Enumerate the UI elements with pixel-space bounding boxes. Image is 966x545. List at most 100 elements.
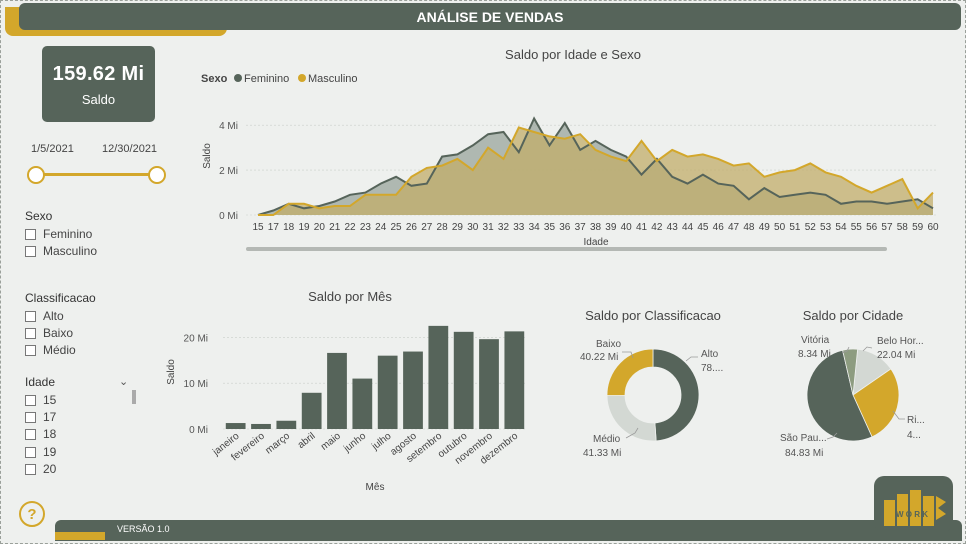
x-tick-label: 20 xyxy=(314,222,326,233)
x-tick-label: 37 xyxy=(575,222,587,233)
legend-label-masculino[interactable]: Masculino xyxy=(308,73,358,85)
x-tick-label: 43 xyxy=(667,222,679,233)
bar-setembro[interactable] xyxy=(428,325,449,429)
x-tick-label: junho xyxy=(341,430,368,455)
slice-value-medio: 41.33 Mi xyxy=(583,448,621,459)
slice-label-baixo: Baixo xyxy=(596,339,621,350)
x-tick-label: 22 xyxy=(344,222,356,233)
y-tick-label: 0 Mi xyxy=(219,211,238,222)
x-tick-label: 49 xyxy=(759,222,771,233)
x-tick-label: 29 xyxy=(452,222,464,233)
x-tick-label: 25 xyxy=(391,222,403,233)
x-tick-label: 46 xyxy=(713,222,725,233)
legend-label-feminino[interactable]: Feminino xyxy=(244,73,289,85)
x-tick-label: 17 xyxy=(268,222,280,233)
y-tick-label: 0 Mi xyxy=(189,425,208,436)
x-tick-label: 58 xyxy=(897,222,909,233)
x-tick-label: 38 xyxy=(590,222,602,233)
x-tick-label: 42 xyxy=(651,222,663,233)
x-tick-label: 27 xyxy=(421,222,433,233)
x-tick-label: 45 xyxy=(697,222,709,233)
slice-label-vitoria: Vitória xyxy=(801,335,830,346)
bar-julho[interactable] xyxy=(377,355,398,429)
legend-marker-masculino xyxy=(298,74,306,82)
x-axis-title: Mês xyxy=(366,482,385,493)
x-tick-label: 47 xyxy=(728,222,740,233)
chart-title: Saldo por Mês xyxy=(308,289,392,304)
y-tick-label: 10 Mi xyxy=(184,379,208,390)
x-tick-label: 40 xyxy=(621,222,633,233)
horizontal-scrollbar[interactable] xyxy=(246,247,887,251)
y-tick-label: 20 Mi xyxy=(184,333,208,344)
x-tick-label: 39 xyxy=(605,222,617,233)
slice-label-medio: Médio xyxy=(593,434,621,445)
bar-outubro[interactable] xyxy=(453,331,474,429)
x-tick-label: 31 xyxy=(483,222,495,233)
bar-maio[interactable] xyxy=(327,352,347,429)
x-tick-label: 30 xyxy=(467,222,479,233)
chart-title: Saldo por Idade e Sexo xyxy=(505,47,641,62)
slice-label-rio: Ri... xyxy=(907,415,925,426)
slice-label-alto: Alto xyxy=(701,349,719,360)
x-tick-label: 18 xyxy=(283,222,295,233)
bar-junho[interactable] xyxy=(352,378,373,429)
x-tick-label: 50 xyxy=(774,222,786,233)
x-tick-label: 44 xyxy=(682,222,694,233)
bar-chart-saldo-por-mes: Saldo por Mês Saldo Mês janeirofevereiro… xyxy=(166,289,527,493)
leader-line xyxy=(685,356,698,362)
x-tick-label: 19 xyxy=(298,222,310,233)
x-tick-label: 26 xyxy=(406,222,418,233)
slice-value-vitoria: 8.34 Mi xyxy=(798,349,831,360)
x-tick-label: maio xyxy=(319,430,343,452)
y-axis-title: Saldo xyxy=(166,359,177,385)
x-tick-label: 41 xyxy=(636,222,648,233)
slice-label-belo-horizonte: Belo Hor... xyxy=(877,336,924,347)
slice-label-sao-paulo: São Pau... xyxy=(780,433,827,444)
bar-novembro[interactable] xyxy=(479,339,499,429)
x-tick-label: 55 xyxy=(851,222,863,233)
slice-value-alto: 78.... xyxy=(701,363,723,374)
chart-title: Saldo por Classificacao xyxy=(585,308,721,323)
x-tick-label: 52 xyxy=(805,222,817,233)
x-tick-label: 48 xyxy=(743,222,755,233)
x-tick-label: 33 xyxy=(513,222,525,233)
slice-value-sao-paulo: 84.83 Mi xyxy=(785,448,823,459)
x-tick-label: 59 xyxy=(912,222,924,233)
charts-layer: Saldo por Idade e Sexo Sexo Feminino Mas… xyxy=(166,47,939,493)
x-tick-label: 56 xyxy=(866,222,878,233)
x-tick-label: 28 xyxy=(437,222,449,233)
dashboard-canvas: ANÁLISE DE VENDAS 159.62 Mi Saldo 1/5/20… xyxy=(0,0,966,544)
x-axis-title: Idade xyxy=(583,237,608,248)
x-tick-label: 23 xyxy=(360,222,372,233)
area-chart-saldo-idade-sexo: Saldo por Idade e Sexo Sexo Feminino Mas… xyxy=(201,47,939,251)
x-tick-label: 57 xyxy=(881,222,893,233)
y-tick-label: 2 Mi xyxy=(219,166,238,177)
bar-abril[interactable] xyxy=(301,392,322,429)
x-tick-label: 15 xyxy=(252,222,264,233)
slice-value-baixo: 40.22 Mi xyxy=(580,352,618,363)
pie-chart-saldo-por-cidade: Saldo por Cidade Vitória 8.34 Mi Belo Ho… xyxy=(780,308,925,459)
legend-marker-feminino xyxy=(234,74,242,82)
x-tick-label: 54 xyxy=(835,222,847,233)
y-tick-label: 4 Mi xyxy=(219,121,238,132)
x-tick-label: 24 xyxy=(375,222,387,233)
x-tick-label: 35 xyxy=(544,222,556,233)
x-tick-label: abril xyxy=(296,431,318,451)
x-tick-label: 60 xyxy=(927,222,939,233)
legend-title: Sexo xyxy=(201,73,228,85)
x-tick-label: 32 xyxy=(498,222,510,233)
x-tick-label: março xyxy=(264,430,293,456)
y-axis-title: Saldo xyxy=(202,143,213,169)
bar-fevereiro[interactable] xyxy=(251,423,271,429)
bar-agosto[interactable] xyxy=(403,351,423,429)
bar-março[interactable] xyxy=(276,420,297,429)
x-tick-label: 36 xyxy=(559,222,571,233)
bar-janeiro[interactable] xyxy=(225,423,246,429)
chart-title: Saldo por Cidade xyxy=(803,308,903,323)
slice-alto[interactable] xyxy=(652,348,700,442)
x-tick-label: 51 xyxy=(789,222,801,233)
slice-value-rio: 4... xyxy=(907,430,921,441)
slice-value-belo-horizonte: 22.04 Mi xyxy=(877,350,915,361)
bar-dezembro[interactable] xyxy=(504,331,525,429)
x-tick-label: 21 xyxy=(329,222,341,233)
